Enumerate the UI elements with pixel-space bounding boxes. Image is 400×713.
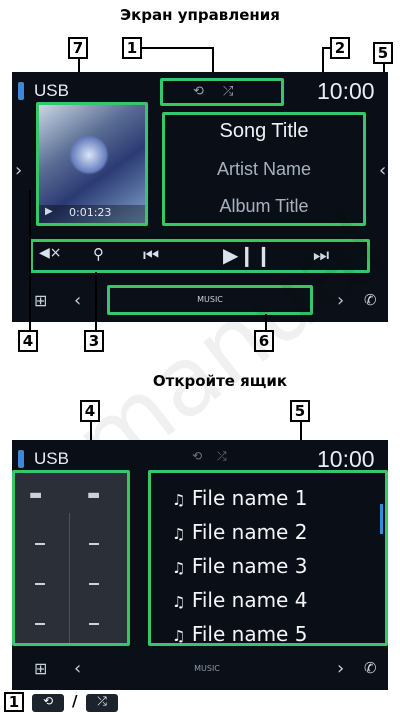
nav-source-label[interactable]: MUSIC <box>107 664 307 673</box>
callout-5-drawer: 5 <box>290 400 310 422</box>
right-panel-arrow[interactable]: ‹ <box>379 160 386 181</box>
previous-icon[interactable]: ⏮ <box>143 245 159 266</box>
nav-back-arrow[interactable]: ‹ <box>74 290 81 311</box>
file-item-5[interactable]: ♫ File name 5 <box>172 622 307 646</box>
callout-5: 5 <box>373 42 393 64</box>
empty-slot[interactable] <box>35 543 45 545</box>
song-title: Song Title <box>219 120 309 142</box>
file-name: File name 5 <box>191 622 308 646</box>
drawer-open-arrow[interactable]: › <box>15 160 22 181</box>
usb-icon <box>18 82 24 100</box>
album-artwork[interactable]: ▶ 0:01:23 <box>36 102 148 226</box>
file-name: File name 2 <box>191 520 308 544</box>
callout-4-drawer: 4 <box>80 400 100 422</box>
callout-line <box>29 190 31 330</box>
callout-4: 4 <box>18 330 38 352</box>
menu-grid-icon[interactable]: ⊞ <box>34 659 47 678</box>
nav-back-arrow[interactable]: ‹ <box>74 658 81 679</box>
music-note-icon: ♫ <box>172 559 186 577</box>
elapsed-time: 0:01:23 <box>69 206 112 219</box>
shuffle-icon: ⤮ <box>223 84 234 99</box>
control-screen-caption: Экран управления <box>120 6 280 24</box>
music-note-icon: ♫ <box>172 491 186 509</box>
callout-2: 2 <box>330 37 350 59</box>
bottom-nav-bar: ⊞ ‹ MUSIC › ✆ <box>12 650 388 690</box>
empty-slot[interactable] <box>89 543 99 545</box>
callout-3: 3 <box>84 330 104 352</box>
callout-line <box>142 47 212 49</box>
status-icons-area: ⟲ ⤮ <box>160 78 284 106</box>
file-item-1[interactable]: ♫ File name 1 <box>172 486 307 510</box>
artwork-graphic <box>69 135 109 175</box>
search-icon[interactable]: ⚲ <box>93 245 104 263</box>
divider <box>69 513 70 643</box>
legend-separator: / <box>72 692 78 710</box>
shuffle-icon: ⤮ <box>217 449 227 463</box>
empty-slot[interactable] <box>89 623 99 625</box>
folder-up-icon[interactable]: ▬ <box>87 487 100 503</box>
artist-name: Artist Name <box>216 159 312 179</box>
callout-1: 1 <box>122 37 142 59</box>
repeat-icon: ⟲ <box>192 449 203 463</box>
music-note-icon: ♫ <box>172 593 186 611</box>
mute-icon[interactable]: ◀× <box>39 245 62 261</box>
repeat-icon: ⟲ <box>193 84 204 99</box>
file-item-2[interactable]: ♫ File name 2 <box>172 520 307 544</box>
menu-grid-icon[interactable]: ⊞ <box>34 291 47 310</box>
file-item-4[interactable]: ♫ File name 4 <box>172 588 307 612</box>
phone-icon[interactable]: ✆ <box>364 659 377 677</box>
file-name: File name 1 <box>191 486 308 510</box>
legend-number: 1 <box>4 692 24 712</box>
source-label[interactable]: USB <box>34 449 69 469</box>
empty-slot[interactable] <box>35 583 45 585</box>
source-label[interactable]: USB <box>34 81 69 101</box>
usb-icon <box>18 450 24 468</box>
drawer-screen-caption: Откройте ящик <box>152 372 288 390</box>
music-note-icon: ♫ <box>172 627 186 645</box>
clock: 10:00 <box>317 78 375 104</box>
drawer-panel: ▬ ▬ <box>12 470 130 646</box>
file-item-3[interactable]: ♫ File name 3 <box>172 554 307 578</box>
empty-slot[interactable] <box>89 583 99 585</box>
empty-slot[interactable] <box>35 623 45 625</box>
callout-line <box>212 47 214 75</box>
play-icon: ▶ <box>45 206 53 217</box>
scrollbar[interactable] <box>380 504 383 534</box>
drawer-screen: USB ⟲ ⤮ 10:00 ▬ ▬ ♫ File name 1 ♫ File n… <box>12 440 388 650</box>
shuffle-icon: ⤮ <box>86 694 118 712</box>
nav-forward-arrow[interactable]: › <box>337 658 344 679</box>
repeat-icon: ⟲ <box>32 694 64 712</box>
callout-line <box>95 272 97 330</box>
callout-7: 7 <box>68 37 88 59</box>
clock: 10:00 <box>317 446 375 472</box>
folder-icon[interactable]: ▬ <box>29 487 42 503</box>
file-name: File name 4 <box>191 588 308 612</box>
music-note-icon: ♫ <box>172 525 186 543</box>
file-name: File name 3 <box>191 554 308 578</box>
